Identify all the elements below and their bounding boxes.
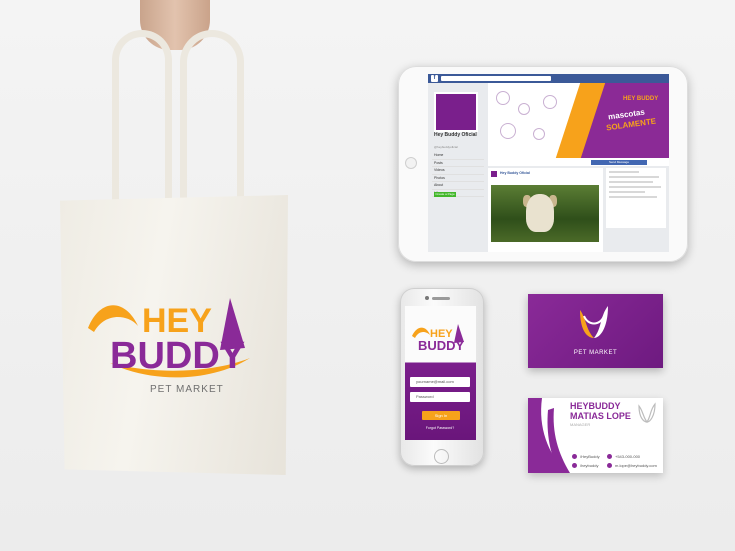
phone-logo: HEY BUDDY: [412, 324, 465, 353]
right-sidebar: [606, 168, 666, 228]
card-contact-phone: +543-000-000: [607, 454, 640, 460]
password-field[interactable]: Password: [410, 392, 470, 402]
menu-item-home[interactable]: Home: [432, 152, 484, 160]
brand-mark-icon: [580, 306, 608, 338]
dog: [526, 194, 554, 232]
page-menu: Home Posts Videos Photos About Likes: [432, 152, 484, 197]
phone-home-button: [434, 449, 449, 464]
tote-strap-left: [112, 30, 172, 217]
menu-item-videos[interactable]: Videos: [432, 167, 484, 175]
profile-picture: [434, 92, 478, 132]
sign-in-button[interactable]: Sign In: [422, 411, 460, 420]
phone-camera: [425, 296, 429, 300]
tote-logo-word2: BUDDY: [110, 335, 245, 377]
card-front-label: PET MARKET: [573, 350, 618, 356]
card-contact-facebook: /HeyBuddy: [572, 454, 600, 460]
tote-subtitle: PET MARKET: [150, 384, 224, 395]
email-icon: [607, 463, 612, 469]
page-name: Hey Buddy Oficial: [434, 132, 477, 138]
forgot-password-link[interactable]: Forgot Password?: [410, 426, 470, 430]
facebook-search-input: [441, 76, 551, 81]
menu-item-posts[interactable]: Posts: [432, 160, 484, 167]
phone-logo-word2: BUDDY: [418, 338, 465, 353]
phone-icon: [607, 454, 612, 460]
card-brand: HEYBUDDY: [570, 401, 621, 411]
send-message-button[interactable]: Send Message: [591, 160, 647, 165]
tote-logo: HEY BUDDY: [88, 298, 250, 378]
cover-brand: HEY BUDDY: [623, 96, 659, 102]
tablet-home-button: [405, 157, 417, 169]
page-handle: @heybuddyoficial: [434, 145, 458, 149]
create-page-button[interactable]: Create a Page: [434, 192, 456, 197]
facebook-icon: [572, 454, 577, 460]
phone-speaker: [432, 297, 450, 300]
menu-item-photos[interactable]: Photos: [432, 175, 484, 182]
menu-item-about[interactable]: About: [432, 182, 484, 190]
brand-mark-icon-grey: [638, 402, 656, 423]
tote-strap-right: [180, 30, 244, 217]
card-contact-email: m.lope@heybuddy.com: [607, 463, 657, 469]
card-title: MANAGER: [570, 422, 591, 427]
card-name: MATIAS LOPE: [570, 411, 631, 421]
tablet-screen: f HEY BUDDY mascotas SOLAMENTE Hey Buddy…: [428, 74, 669, 252]
card-accent-shape: [528, 398, 570, 473]
post-avatar: [491, 171, 497, 177]
instagram-icon: [572, 463, 577, 469]
post-author[interactable]: Hey Buddy Oficial: [500, 171, 530, 175]
card-contact-instagram: /heybuddy: [572, 463, 598, 469]
facebook-icon: f: [431, 75, 438, 82]
email-field[interactable]: yourname@mail.com: [410, 377, 470, 387]
